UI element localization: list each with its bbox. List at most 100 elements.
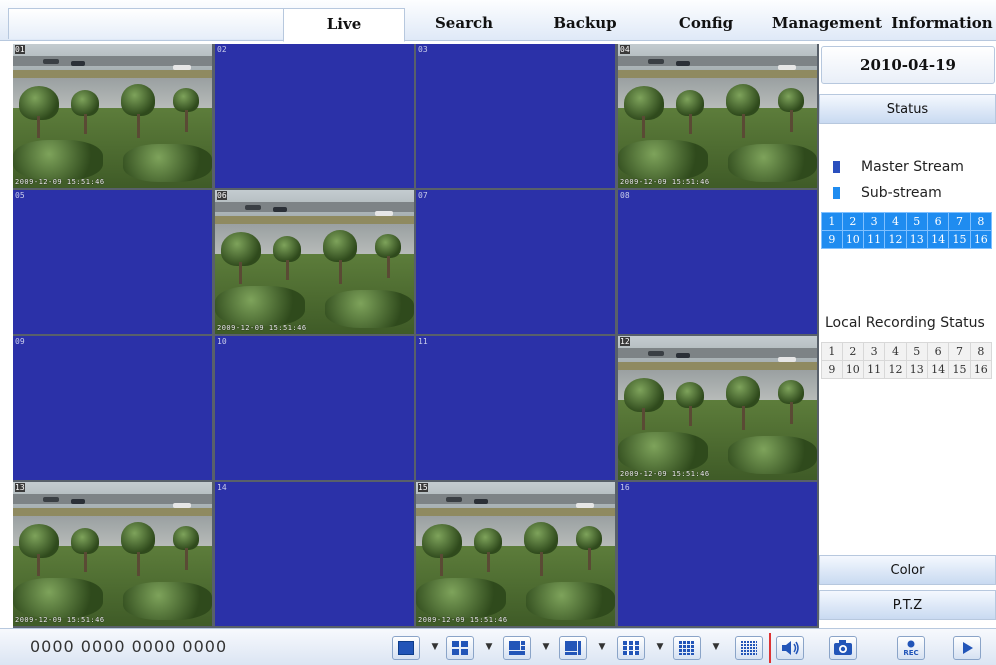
master-stream-swatch	[833, 161, 840, 173]
bottom-toolbar: 0000 0000 0000 0000 ▼ ▼ ▼ ▼ ▼ ▼ REC	[0, 628, 996, 665]
channel-05-view[interactable]: 05	[13, 190, 212, 334]
top-navigation: Live Search Backup Config Management Inf…	[0, 0, 996, 42]
tab-search[interactable]: Search	[405, 8, 523, 39]
camera-icon	[834, 640, 852, 655]
stream-channel-cell[interactable]: 15	[948, 230, 971, 249]
stream-channel-cell[interactable]: 2	[841, 212, 864, 231]
channel-08-view[interactable]: 08	[618, 190, 817, 334]
stream-channel-cell[interactable]: 16	[969, 230, 993, 249]
channel-counter: 0000 0000 0000 0000	[30, 637, 228, 656]
ptz-button[interactable]: P.T.Z	[819, 590, 996, 620]
layout-3x3-button[interactable]	[617, 636, 645, 660]
channel-06-view[interactable]: 2009-12-09 15:51:46 06	[215, 190, 414, 334]
rec-channel-cell: 11	[862, 360, 886, 379]
channel-04-view[interactable]: 2009-12-09 15:51:46 04	[618, 44, 817, 188]
camera-feed: 2009-12-09 15:51:46	[13, 482, 212, 626]
volume-button[interactable]	[776, 636, 804, 660]
camera-feed: 2009-12-09 15:51:46	[618, 44, 817, 188]
master-stream-label: Master Stream	[861, 159, 964, 175]
layout-dropdown-1[interactable]: ▼	[431, 641, 439, 653]
rec-channel-cell: 5	[905, 342, 928, 361]
stream-channel-cell[interactable]: 5	[905, 212, 928, 231]
twenty-five-view-icon	[741, 641, 757, 655]
six-view-icon	[509, 641, 525, 655]
channel-number: 03	[418, 45, 428, 54]
channel-15-view[interactable]: 2009-12-09 15:51:46 15	[416, 482, 615, 626]
channel-number: 11	[418, 337, 428, 346]
single-view-icon	[398, 641, 414, 655]
stream-channel-cell[interactable]: 6	[926, 212, 950, 231]
camera-feed: 2009-12-09 15:51:46	[215, 190, 414, 334]
channel-11-view[interactable]: 11	[416, 336, 615, 480]
channel-01-view[interactable]: 2009-12-09 15:51:46 01	[13, 44, 212, 188]
channel-16-view[interactable]: 16	[618, 482, 817, 626]
layout-1plus7-button[interactable]	[559, 636, 587, 660]
camera-feed: 2009-12-09 15:51:46	[416, 482, 615, 626]
layout-dropdown-2[interactable]: ▼	[485, 641, 493, 653]
tab-live[interactable]: Live	[283, 8, 405, 42]
channel-number: 09	[15, 337, 25, 346]
stream-channel-cell[interactable]: 13	[905, 230, 928, 249]
layout-4x4-button[interactable]	[673, 636, 701, 660]
sixteen-view-icon	[679, 641, 695, 655]
status-button[interactable]: Status	[819, 94, 996, 124]
channel-02-view[interactable]: 02	[215, 44, 414, 188]
color-button[interactable]: Color	[819, 555, 996, 585]
stream-channel-cell[interactable]: 3	[862, 212, 886, 231]
play-button[interactable]	[953, 636, 981, 660]
layout-dropdown-5[interactable]: ▼	[656, 641, 664, 653]
tab-information[interactable]: Information	[888, 8, 996, 39]
rec-channel-cell: 13	[905, 360, 928, 379]
layout-1x1-button[interactable]	[392, 636, 420, 660]
channel-number: 08	[620, 191, 630, 200]
nav-blank-area	[8, 8, 284, 39]
status-panel: 2010-04-19 15:14:14 Status Master Stream…	[819, 44, 996, 628]
channel-number: 06	[217, 191, 227, 200]
rec-channel-cell: 1	[821, 342, 843, 361]
layout-dropdown-4[interactable]: ▼	[598, 641, 606, 653]
tab-backup[interactable]: Backup	[525, 8, 645, 39]
channel-13-view[interactable]: 2009-12-09 15:51:46 13	[13, 482, 212, 626]
quad-view-icon	[452, 641, 468, 655]
stream-channel-cell[interactable]: 9	[821, 230, 843, 249]
layout-2x2-button[interactable]	[446, 636, 474, 660]
rec-channel-cell: 8	[969, 342, 993, 361]
sub-stream-label: Sub-stream	[861, 185, 942, 201]
snapshot-button[interactable]	[829, 636, 857, 660]
channel-07-view[interactable]: 07	[416, 190, 615, 334]
stream-channel-cell[interactable]: 14	[926, 230, 950, 249]
stream-channel-cell[interactable]: 1	[821, 212, 843, 231]
stream-channel-cell[interactable]: 8	[969, 212, 993, 231]
channel-10-view[interactable]: 10	[215, 336, 414, 480]
channel-number: 04	[620, 45, 630, 54]
layout-1plus5-button[interactable]	[503, 636, 531, 660]
tab-management[interactable]: Management	[767, 8, 887, 39]
channel-number: 13	[15, 483, 25, 492]
stream-channel-cell[interactable]: 11	[862, 230, 886, 249]
channel-09-view[interactable]: 09	[13, 336, 212, 480]
eight-view-icon	[565, 641, 581, 655]
layout-5x5-button[interactable]	[735, 636, 763, 660]
play-icon	[963, 642, 973, 654]
tab-config[interactable]: Config	[646, 8, 766, 39]
stream-channel-cell[interactable]: 10	[841, 230, 864, 249]
channel-number: 05	[15, 191, 25, 200]
sub-stream-swatch	[833, 187, 840, 199]
rec-channel-cell: 2	[841, 342, 864, 361]
camera-feed: 2009-12-09 15:51:46	[618, 336, 817, 480]
stream-channel-cell[interactable]: 4	[884, 212, 907, 231]
stream-channel-grid: 1 2 3 4 5 6 7 8 9 10 11 12 13 14 15 16	[821, 212, 993, 249]
layout-dropdown-3[interactable]: ▼	[542, 641, 550, 653]
rec-channel-cell: 9	[821, 360, 843, 379]
record-button[interactable]: REC	[897, 636, 925, 660]
channel-14-view[interactable]: 14	[215, 482, 414, 626]
layout-dropdown-6[interactable]: ▼	[712, 641, 720, 653]
channel-03-view[interactable]: 03	[416, 44, 615, 188]
sub-stream-legend: Sub-stream	[833, 185, 942, 201]
channel-number: 16	[620, 483, 630, 492]
stream-channel-cell[interactable]: 7	[948, 212, 971, 231]
rec-channel-cell: 6	[926, 342, 950, 361]
channel-12-view[interactable]: 2009-12-09 15:51:46 12	[618, 336, 817, 480]
feed-timestamp: 2009-12-09 15:51:46	[620, 470, 710, 478]
stream-channel-cell[interactable]: 12	[884, 230, 907, 249]
